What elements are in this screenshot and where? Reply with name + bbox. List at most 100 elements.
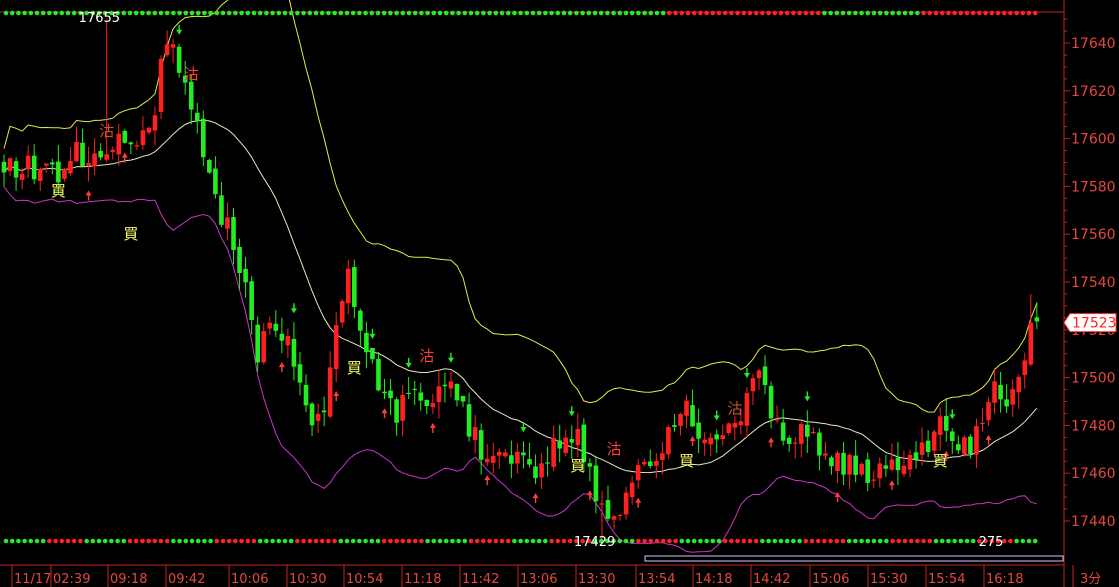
bottom-dot bbox=[53, 538, 58, 544]
candle-body bbox=[170, 44, 176, 48]
bottom-dot bbox=[933, 538, 939, 544]
bottom-dot bbox=[735, 538, 740, 544]
top-dot bbox=[65, 10, 71, 16]
bottom-dot bbox=[16, 538, 21, 544]
top-dot bbox=[332, 10, 337, 16]
candle-body bbox=[992, 381, 997, 403]
top-dot bbox=[567, 10, 573, 16]
candle-body bbox=[539, 463, 544, 478]
bottom-dot bbox=[462, 538, 468, 544]
up-arrow bbox=[768, 437, 775, 448]
candle-body bbox=[660, 453, 665, 461]
top-dot bbox=[691, 10, 697, 16]
candle-body bbox=[207, 159, 212, 173]
down-arrow bbox=[369, 328, 376, 339]
candle-body bbox=[811, 432, 816, 434]
candle-body bbox=[666, 426, 671, 455]
bottom-dot bbox=[927, 538, 933, 544]
y-tick-label: 17640 bbox=[1071, 36, 1116, 52]
top-dot bbox=[791, 10, 796, 16]
top-dot bbox=[47, 10, 52, 16]
top-dot bbox=[474, 10, 480, 16]
bottom-dot bbox=[629, 538, 635, 544]
candle-body bbox=[201, 118, 206, 158]
candle-body bbox=[792, 442, 798, 444]
top-dot bbox=[388, 10, 393, 16]
candle-body bbox=[901, 465, 907, 475]
top-dot bbox=[561, 10, 567, 16]
top-dot bbox=[828, 10, 833, 16]
top-dot bbox=[667, 10, 672, 16]
candle-body bbox=[847, 454, 852, 475]
bottom-dot bbox=[406, 538, 412, 544]
bottom-dot bbox=[140, 538, 145, 544]
bottom-dot bbox=[499, 538, 505, 544]
top-dot bbox=[177, 10, 182, 16]
candle-body bbox=[895, 457, 901, 471]
candle-body bbox=[968, 436, 973, 454]
bottom-dot bbox=[381, 538, 387, 544]
top-dot bbox=[871, 10, 877, 16]
bottom-dot bbox=[40, 538, 46, 544]
bottom-dot bbox=[419, 538, 424, 544]
top-dot bbox=[425, 10, 430, 16]
top-dot bbox=[797, 10, 802, 16]
bottom-dot bbox=[146, 538, 151, 544]
top-dot bbox=[505, 10, 511, 16]
top-dot bbox=[419, 10, 424, 16]
top-dot bbox=[846, 10, 852, 16]
top-dot bbox=[518, 10, 523, 16]
top-dot bbox=[357, 10, 362, 16]
bottom-dot bbox=[344, 538, 350, 544]
candle-body bbox=[1034, 317, 1040, 322]
bottom-dot bbox=[115, 538, 120, 544]
candle-body bbox=[605, 499, 611, 519]
bottom-dot bbox=[815, 538, 821, 544]
candle-body bbox=[345, 268, 351, 304]
x-tick-label: 15:54 bbox=[928, 572, 965, 587]
candle-body bbox=[907, 454, 913, 470]
extreme-label: 17655 bbox=[79, 11, 120, 26]
top-dot bbox=[226, 10, 232, 16]
top-dot bbox=[22, 10, 27, 16]
y-tick-label: 17560 bbox=[1071, 227, 1116, 243]
candle-body bbox=[756, 370, 762, 379]
top-dot bbox=[375, 10, 381, 16]
up-arrow bbox=[985, 434, 992, 445]
top-dot bbox=[598, 10, 604, 16]
bottom-dot bbox=[96, 538, 102, 544]
y-tick-label: 17580 bbox=[1071, 179, 1116, 195]
top-dot bbox=[381, 10, 387, 16]
top-dot bbox=[183, 10, 189, 16]
bottom-dot bbox=[536, 538, 542, 544]
bottom-dot bbox=[524, 538, 530, 544]
top-dot bbox=[524, 10, 530, 16]
candle-body bbox=[261, 330, 267, 363]
y-tick-label: 17440 bbox=[1071, 514, 1116, 530]
bottom-dot bbox=[902, 538, 908, 544]
candle-body bbox=[50, 162, 55, 165]
top-dot bbox=[338, 10, 344, 16]
top-dot bbox=[543, 10, 548, 16]
candle-body bbox=[140, 130, 146, 146]
bottom-dot bbox=[1026, 538, 1032, 544]
top-dot bbox=[933, 10, 939, 16]
candle-body bbox=[835, 452, 840, 471]
candle-body bbox=[623, 492, 629, 515]
candle-body bbox=[503, 452, 508, 457]
candle-body bbox=[823, 453, 828, 456]
y-tick-label: 17620 bbox=[1071, 84, 1116, 100]
bottom-dot bbox=[505, 538, 511, 544]
top-dot bbox=[915, 10, 920, 16]
down-arrow bbox=[568, 406, 575, 417]
bottom-dot bbox=[803, 538, 809, 544]
bottom-dot bbox=[642, 538, 647, 544]
candle-body bbox=[339, 301, 345, 323]
bottom-dot bbox=[561, 538, 567, 544]
top-dot bbox=[512, 10, 517, 16]
candle-body bbox=[496, 451, 502, 456]
candle-body bbox=[557, 440, 562, 449]
bottom-dot bbox=[3, 538, 9, 544]
candle-body bbox=[913, 452, 919, 460]
top-dot bbox=[592, 10, 598, 16]
